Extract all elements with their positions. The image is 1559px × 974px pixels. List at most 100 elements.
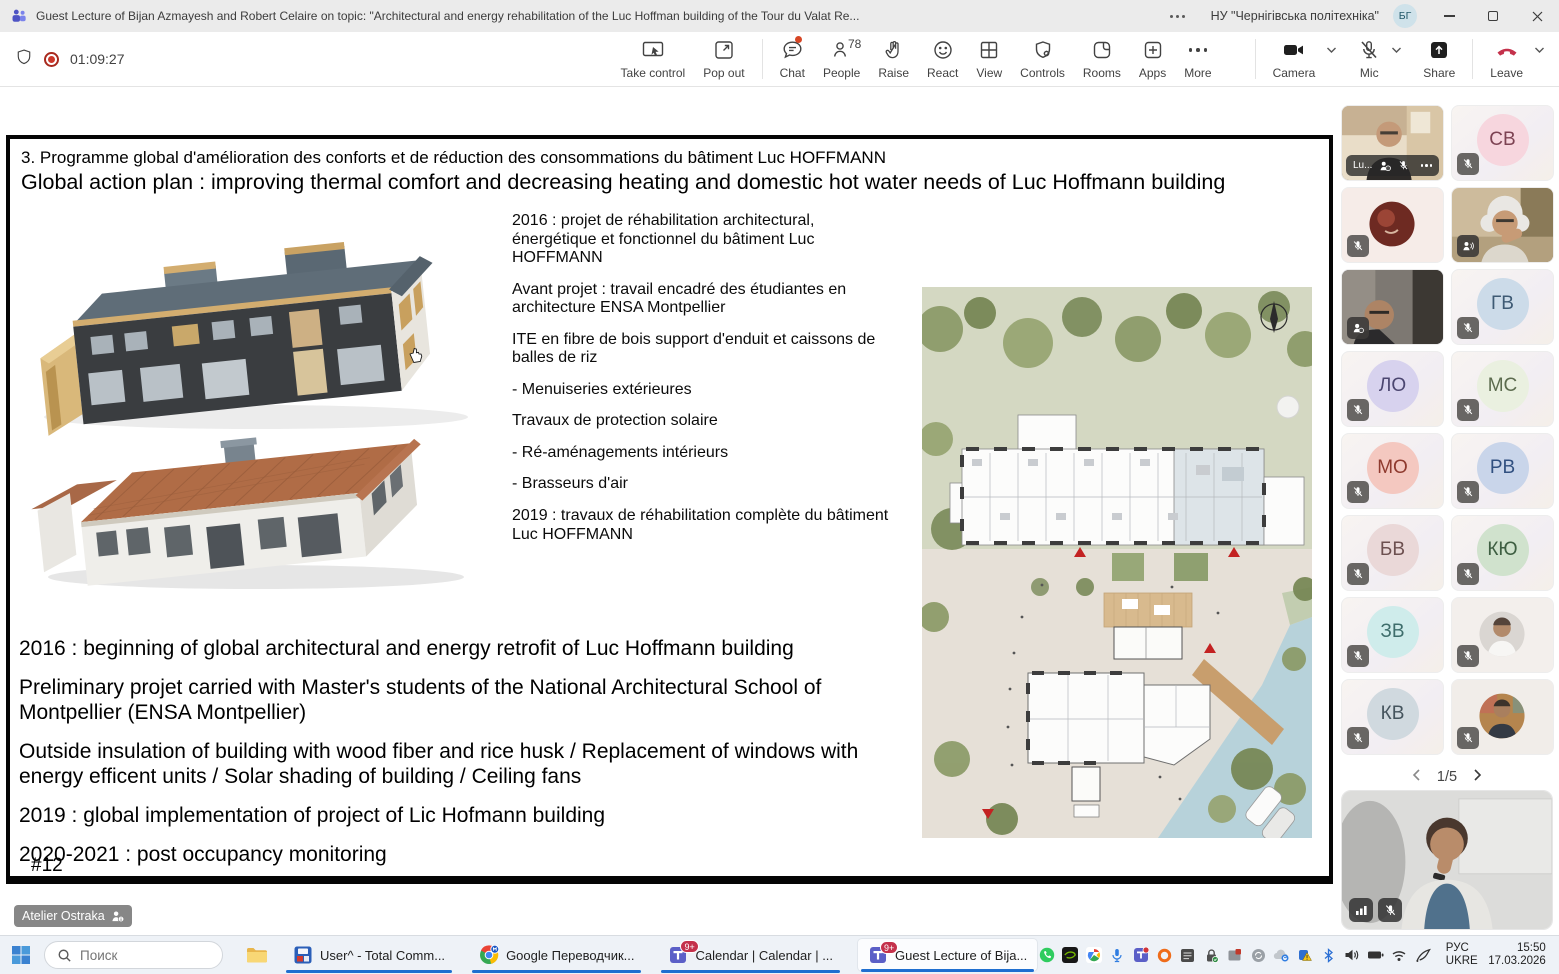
- language-indicator[interactable]: РУС UKRE: [1446, 942, 1478, 968]
- participant-tile-initials[interactable]: РВ: [1451, 433, 1554, 509]
- participant-tile-initials[interactable]: МО: [1341, 433, 1444, 509]
- pager-next-icon[interactable]: [1473, 768, 1482, 786]
- package-icon[interactable]: [1226, 947, 1243, 964]
- system-tray: РУС UKRE 15:50 17.03.2026: [1038, 942, 1559, 968]
- participant-name-bar: Lu...: [1346, 155, 1439, 176]
- people-button[interactable]: 78 People: [814, 35, 869, 83]
- tenant-name: НУ "Чернігівська політехніка": [1211, 9, 1379, 23]
- sync-icon[interactable]: [1250, 947, 1267, 964]
- taskbar-search[interactable]: [44, 941, 223, 969]
- controls-button[interactable]: Controls: [1011, 35, 1074, 83]
- featured-participant-video[interactable]: [1341, 790, 1553, 930]
- leave-options-chevron-icon[interactable]: [1534, 41, 1545, 59]
- shield-icon: [15, 48, 33, 71]
- running-indicator: [286, 970, 452, 973]
- download-manager-icon[interactable]: [1156, 947, 1173, 964]
- pager-position: 1/5: [1437, 769, 1457, 785]
- participant-tile-initials[interactable]: СВ: [1451, 105, 1554, 181]
- divider: [1255, 39, 1256, 79]
- presenter-label: Atelier Ostraka: [14, 905, 132, 927]
- avatar-initials: КЮ: [1477, 524, 1529, 576]
- participant-tile-initials[interactable]: МС: [1451, 351, 1554, 427]
- react-button[interactable]: React: [918, 35, 967, 83]
- building-3d-renders-image: [24, 203, 502, 595]
- cloud-icon[interactable]: [1273, 947, 1290, 964]
- participant-tile-initials[interactable]: ЗВ: [1341, 597, 1444, 673]
- raise-hand-button[interactable]: Raise: [869, 35, 918, 83]
- battery-icon[interactable]: [1367, 947, 1384, 964]
- mic-muted-badge: [1457, 727, 1479, 749]
- slide-title-french: 3. Programme global d'amélioration des c…: [21, 148, 886, 168]
- start-button[interactable]: [10, 944, 32, 966]
- bluetooth-icon[interactable]: [1320, 947, 1337, 964]
- participant-tile-video[interactable]: [1451, 187, 1554, 263]
- search-input[interactable]: [80, 948, 210, 963]
- pen-icon[interactable]: [1414, 947, 1431, 964]
- camera-button[interactable]: Camera: [1264, 35, 1325, 83]
- photos-icon[interactable]: [1085, 947, 1102, 964]
- alert-shield-icon[interactable]: [1297, 947, 1314, 964]
- participants-panel: Lu... СВ: [1335, 87, 1559, 935]
- taskbar-app-teams-meeting[interactable]: 9+ Guest Lecture of Bija...: [857, 938, 1038, 972]
- participant-tile-initials[interactable]: БВ: [1341, 515, 1444, 591]
- teams-tray-icon[interactable]: [1132, 947, 1149, 964]
- chat-notification-dot: [795, 36, 802, 43]
- chrome-icon: [479, 945, 499, 965]
- pager-prev-icon[interactable]: [1412, 768, 1421, 786]
- microphone-icon[interactable]: [1109, 947, 1126, 964]
- participant-tile-video[interactable]: Lu...: [1341, 105, 1444, 181]
- participant-tile-initials[interactable]: ЛО: [1341, 351, 1444, 427]
- chat-button[interactable]: Chat: [771, 35, 814, 83]
- participant-tile-initials[interactable]: КВ: [1341, 679, 1444, 755]
- notification-badge: 9+: [680, 940, 698, 953]
- volume-icon[interactable]: [1344, 947, 1361, 964]
- participant-tile-initials[interactable]: ГВ: [1451, 269, 1554, 345]
- divider: [1472, 39, 1473, 79]
- leave-button[interactable]: Leave: [1481, 35, 1532, 83]
- clock[interactable]: 15:50 17.03.2026: [1488, 942, 1546, 968]
- mic-muted-badge: [1347, 727, 1369, 749]
- close-button[interactable]: [1515, 0, 1559, 32]
- account-avatar[interactable]: БГ: [1393, 4, 1417, 28]
- rooms-button[interactable]: Rooms: [1074, 35, 1130, 83]
- notes-icon[interactable]: [1179, 947, 1196, 964]
- view-button[interactable]: View: [967, 35, 1011, 83]
- running-indicator: [472, 970, 641, 973]
- mic-options-chevron-icon[interactable]: [1391, 41, 1402, 59]
- take-control-button[interactable]: Take control: [612, 35, 695, 83]
- taskbar-app-total-commander[interactable]: User^ - Total Comm...: [283, 938, 455, 972]
- participant-tile-initials[interactable]: КЮ: [1451, 515, 1554, 591]
- presentation-slide: 3. Programme global d'amélioration des c…: [6, 135, 1333, 884]
- participant-tile-photo[interactable]: [1451, 597, 1554, 673]
- more-button[interactable]: More: [1175, 35, 1220, 83]
- nvidia-icon[interactable]: [1062, 947, 1079, 964]
- avatar-initials: МС: [1477, 360, 1529, 412]
- share-button[interactable]: Share: [1414, 35, 1464, 83]
- avatar-initials: РВ: [1477, 442, 1529, 494]
- window-title: Guest Lecture of Bijan Azmayesh and Robe…: [36, 9, 859, 23]
- titlebar-more-icon[interactable]: [1170, 15, 1185, 18]
- camera-options-chevron-icon[interactable]: [1326, 41, 1337, 59]
- tile-more-icon[interactable]: [1421, 164, 1433, 167]
- mic-button[interactable]: Mic: [1349, 35, 1389, 83]
- mic-muted-badge: [1347, 563, 1369, 585]
- taskbar-app-google-translate[interactable]: Google Переводчик...: [469, 938, 644, 972]
- mic-muted-badge: [1347, 235, 1369, 257]
- taskbar-app-teams-calendar[interactable]: 9+ Calendar | Calendar | ...: [658, 938, 843, 972]
- file-explorer-icon[interactable]: [245, 945, 269, 965]
- wifi-icon[interactable]: [1391, 947, 1408, 964]
- whatsapp-icon[interactable]: [1038, 947, 1055, 964]
- attendee-audio-icon: [1457, 235, 1479, 257]
- notification-badge: 9+: [880, 941, 898, 954]
- pop-out-button[interactable]: Pop out: [694, 35, 753, 83]
- participant-count: 78: [848, 37, 861, 51]
- apps-button[interactable]: Apps: [1130, 35, 1175, 83]
- participant-tile-video[interactable]: [1341, 187, 1444, 263]
- security-lock-icon[interactable]: [1203, 947, 1220, 964]
- mic-muted-badge: [1457, 153, 1479, 175]
- maximize-button[interactable]: [1471, 0, 1515, 32]
- participant-tile-video-active-speaker[interactable]: [1341, 269, 1444, 345]
- minimize-button[interactable]: [1427, 0, 1471, 32]
- avatar-initials: КВ: [1367, 688, 1419, 740]
- participant-tile-photo[interactable]: [1451, 679, 1554, 755]
